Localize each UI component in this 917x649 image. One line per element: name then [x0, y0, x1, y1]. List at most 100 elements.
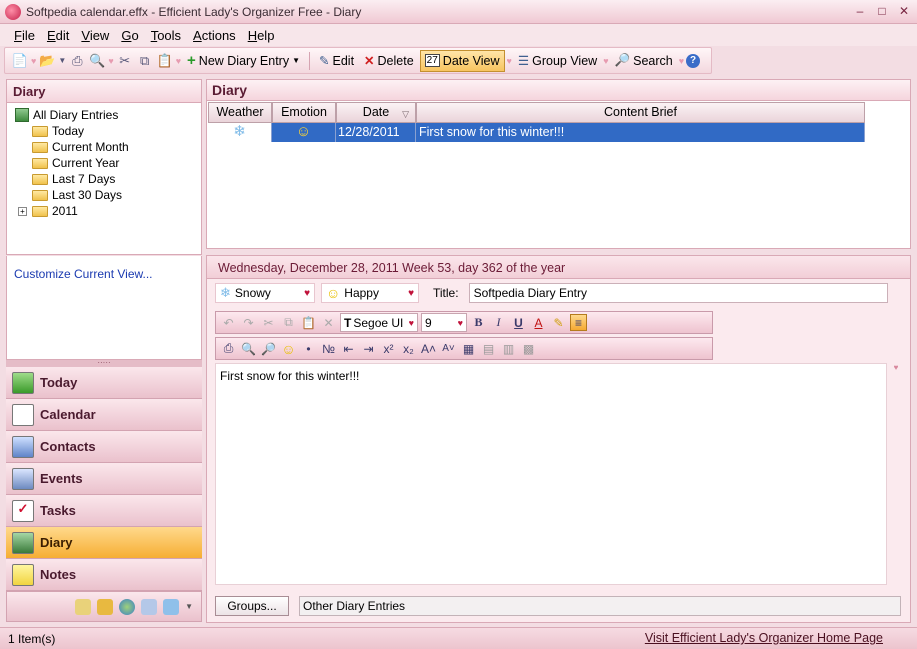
menu-edit[interactable]: Edit	[41, 24, 75, 46]
close-button[interactable]: ✕	[897, 4, 911, 18]
outdent-icon[interactable]: ⇤	[340, 340, 357, 357]
shrink-font-icon[interactable]: A˅	[440, 340, 457, 357]
tree-item-2011[interactable]: + 2011	[7, 203, 201, 219]
copy-icon[interactable]: ⧉	[136, 52, 154, 70]
column-header-weather[interactable]: Weather	[208, 102, 272, 123]
help-icon[interactable]: ?	[686, 53, 701, 68]
diary-body-editor[interactable]: First snow for this winter!!!	[215, 363, 887, 585]
cut-icon[interactable]: ✂	[116, 52, 134, 70]
edit-button[interactable]: ✎ Edit	[315, 50, 358, 72]
chevron-down-icon[interactable]: ▼	[292, 56, 300, 65]
entry-detail-pane: ❄ Snowy ♥ ☺ Happy ♥ Title: Softpedia Dia…	[206, 279, 911, 623]
chevron-down-icon[interactable]: ▼	[185, 602, 193, 611]
new-diary-entry-button[interactable]: + New Diary Entry ▼	[183, 50, 304, 72]
column-header-content-brief[interactable]: Content Brief	[416, 102, 865, 123]
panel-splitter[interactable]: ·····	[6, 359, 202, 367]
highlight-icon[interactable]: ✎	[550, 314, 567, 331]
scroll-up-heart-icon[interactable]: ♥	[889, 363, 903, 372]
underline-icon[interactable]: U	[510, 314, 527, 331]
menu-view[interactable]: View	[75, 24, 115, 46]
tree-item-today[interactable]: Today	[7, 123, 201, 139]
tree-item-all-diary-entries[interactable]: All Diary Entries	[7, 107, 201, 123]
weather-select[interactable]: ❄ Snowy ♥	[215, 283, 315, 303]
search-button[interactable]: 🔎 Search	[611, 50, 677, 72]
globe-icon[interactable]	[119, 598, 136, 615]
numbering-icon[interactable]: №	[320, 340, 337, 357]
italic-icon[interactable]: I	[490, 314, 507, 331]
tree-item-last-7-days[interactable]: Last 7 Days	[7, 171, 201, 187]
superscript-icon[interactable]: x²	[380, 340, 397, 357]
sync-icon[interactable]	[163, 598, 180, 615]
nav-tasks[interactable]: ✓ Tasks	[6, 495, 202, 527]
font-name-select[interactable]: T Segoe UI ♥	[340, 313, 418, 332]
undo-icon[interactable]: ↶	[220, 314, 237, 331]
groups-button[interactable]: Groups...	[215, 596, 289, 616]
date-view-label: Date View	[442, 53, 500, 68]
column-header-emotion[interactable]: Emotion	[272, 102, 336, 123]
nav-label: Diary	[40, 535, 73, 550]
menu-file[interactable]: File	[8, 24, 41, 46]
insert-table-icon[interactable]: ▦	[460, 340, 477, 357]
date-view-button[interactable]: 27 Date View	[419, 49, 505, 72]
maximize-button[interactable]: □	[875, 4, 889, 18]
insert-emoticon-icon[interactable]: ☺	[280, 340, 297, 357]
title-field[interactable]: Softpedia Diary Entry	[468, 283, 888, 303]
clear-icon[interactable]: ✕	[320, 314, 337, 331]
column-header-date[interactable]: Date ▽	[336, 102, 416, 123]
nav-today[interactable]: Today	[6, 367, 202, 399]
nav-notes[interactable]: Notes	[6, 559, 202, 591]
bullets-icon[interactable]: •	[300, 340, 317, 357]
table-rows-icon[interactable]: ▤	[480, 340, 497, 357]
subscript-icon[interactable]: x₂	[400, 340, 417, 357]
sticky-note-icon	[12, 563, 34, 586]
expand-plus-icon[interactable]: +	[18, 206, 27, 216]
nav-diary[interactable]: Diary	[6, 527, 202, 559]
tree-item-last-30-days[interactable]: Last 30 Days	[7, 187, 201, 203]
key-icon[interactable]	[97, 598, 114, 615]
app-icon	[5, 4, 21, 20]
menu-actions[interactable]: Actions	[187, 24, 242, 46]
table-row[interactable]: ❄ ☺ 12/28/2011 First snow for this winte…	[208, 123, 865, 142]
table-columns-icon[interactable]: ▥	[500, 340, 517, 357]
clipboard-icon[interactable]	[75, 598, 92, 615]
grow-font-icon[interactable]: A˄	[420, 340, 437, 357]
new-file-icon[interactable]: 📄	[11, 52, 29, 70]
diary-grid: Weather Emotion Date ▽ Content Brief ❄ ☺…	[206, 101, 911, 249]
paste-icon[interactable]: 📋	[300, 314, 317, 331]
copy-icon[interactable]: ⧉	[280, 314, 297, 331]
customize-view-link[interactable]: Customize Current View...	[14, 267, 153, 281]
paste-icon[interactable]: 📋	[156, 52, 174, 70]
entry-date-line: Wednesday, December 28, 2011 Week 53, da…	[206, 255, 911, 279]
dropdown-arrow-icon[interactable]: ▼	[58, 52, 66, 70]
emotion-select[interactable]: ☺ Happy ♥	[321, 283, 419, 303]
home-page-link[interactable]: Visit Efficient Lady's Organizer Home Pa…	[645, 631, 883, 645]
tree-item-current-year[interactable]: Current Year	[7, 155, 201, 171]
tree-item-current-month[interactable]: Current Month	[7, 139, 201, 155]
font-color-icon[interactable]: A	[530, 314, 547, 331]
group-view-button[interactable]: ☰ Group View	[514, 50, 601, 72]
window-controls: – □ ✕	[853, 4, 911, 18]
menu-tools[interactable]: Tools	[145, 24, 187, 46]
font-size-select[interactable]: 9 ♥	[421, 313, 467, 332]
print-preview-icon[interactable]: 🔍	[88, 52, 106, 70]
delete-button[interactable]: ✕ Delete	[360, 50, 418, 72]
nav-calendar[interactable]: Calendar	[6, 399, 202, 431]
print-icon[interactable]: ⎙	[68, 52, 86, 70]
menu-help[interactable]: Help	[242, 24, 281, 46]
nav-events[interactable]: Events	[6, 463, 202, 495]
nav-contacts[interactable]: Contacts	[6, 431, 202, 463]
redo-icon[interactable]: ↷	[240, 314, 257, 331]
open-icon[interactable]: 📂	[38, 52, 56, 70]
print-preview-icon[interactable]: 🔍	[240, 340, 257, 357]
menu-go[interactable]: Go	[115, 24, 144, 46]
split-cells-icon[interactable]: ▩	[520, 340, 537, 357]
bold-icon[interactable]: B	[470, 314, 487, 331]
minimize-button[interactable]: –	[853, 4, 867, 18]
find-icon[interactable]: 🔎	[260, 340, 277, 357]
align-left-icon[interactable]: ≡	[570, 314, 587, 331]
print-icon[interactable]: ⎙	[220, 340, 237, 357]
editor-scrollbar[interactable]: ♥	[889, 363, 903, 585]
indent-icon[interactable]: ⇥	[360, 340, 377, 357]
cut-icon[interactable]: ✂	[260, 314, 277, 331]
search-icon[interactable]	[141, 598, 158, 615]
